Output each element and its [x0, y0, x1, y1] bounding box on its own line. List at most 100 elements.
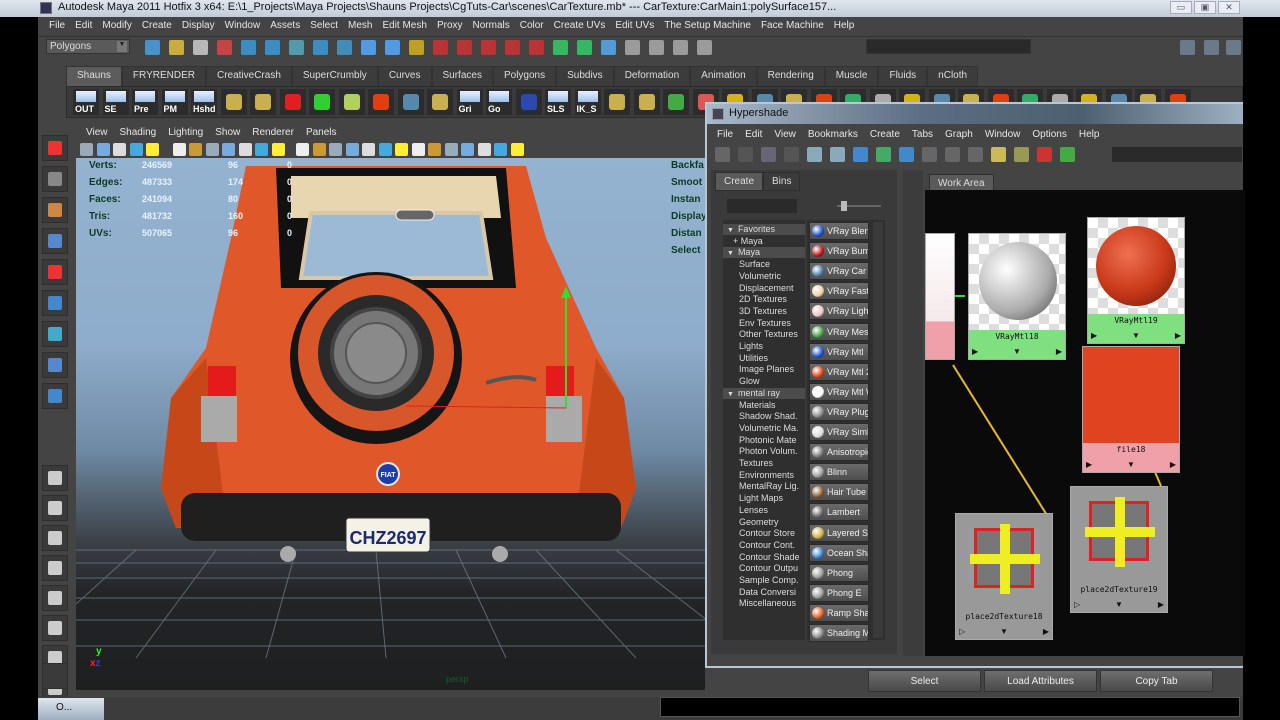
- tree-item[interactable]: Environments: [723, 470, 805, 481]
- shelf-button[interactable]: IK_S: [574, 89, 601, 115]
- viewport-tool-icon[interactable]: [477, 143, 491, 156]
- hypershade-tool-icon[interactable]: [876, 147, 891, 162]
- tab-create[interactable]: Create: [715, 172, 764, 191]
- hypershade-menu-create[interactable]: Create: [864, 128, 906, 141]
- select-button[interactable]: Select: [868, 670, 981, 692]
- status-tool-icon[interactable]: [457, 40, 472, 55]
- hypershade-menu-window[interactable]: Window: [979, 128, 1027, 141]
- tree-item[interactable]: Surface: [723, 259, 805, 270]
- tree-item[interactable]: Miscellaneous: [723, 598, 805, 609]
- menu-edit[interactable]: Edit: [70, 18, 97, 35]
- tree-item[interactable]: Displacement: [723, 283, 805, 294]
- hypershade-menu-graph[interactable]: Graph: [939, 128, 979, 141]
- menu-the-setup-machine[interactable]: The Setup Machine: [659, 18, 756, 35]
- create-node-button[interactable]: Ocean Shader: [809, 543, 869, 562]
- maximize-button[interactable]: ▣: [1194, 1, 1216, 14]
- hypershade-menu-file[interactable]: File: [711, 128, 739, 141]
- viewport-tool-icon[interactable]: [312, 143, 326, 156]
- select-tool-icon[interactable]: [42, 135, 68, 161]
- tree-item[interactable]: Photonic Mate: [723, 435, 805, 446]
- menu-edit-uvs[interactable]: Edit UVs: [610, 18, 659, 35]
- viewport-tool-icon[interactable]: [80, 143, 93, 156]
- perspective-viewport[interactable]: FIAT CHZ2697 y xz persp Verts: 246569 96 0 E…: [76, 158, 705, 690]
- viewport-tool-icon[interactable]: [411, 143, 425, 156]
- tree-item[interactable]: ▼ Favorites: [723, 224, 805, 235]
- load-attributes-button[interactable]: Load Attributes: [984, 670, 1097, 692]
- tree-item[interactable]: Textures: [723, 458, 805, 469]
- rotate-tool-icon[interactable]: [42, 259, 68, 285]
- hypershade-menu-edit[interactable]: Edit: [739, 128, 768, 141]
- minimize-button[interactable]: ▭: [1170, 1, 1192, 14]
- hypershade-menu-bookmarks[interactable]: Bookmarks: [802, 128, 864, 141]
- create-node-button[interactable]: VRay Blend: [809, 222, 869, 240]
- menu-window[interactable]: Window: [220, 18, 266, 35]
- tree-item[interactable]: Other Textures: [723, 329, 805, 340]
- create-node-button[interactable]: VRay Plugin: [809, 402, 869, 421]
- shelf-button[interactable]: SE: [102, 89, 129, 115]
- tree-item[interactable]: ▼ mental ray: [723, 387, 805, 399]
- create-node-button[interactable]: VRay Simbiont: [809, 423, 869, 441]
- shelf-button[interactable]: Pre: [132, 89, 158, 115]
- tree-item[interactable]: Image Planes: [723, 364, 805, 375]
- menu-set-dropdown[interactable]: Polygons ▼: [46, 39, 130, 54]
- move-tool-icon[interactable]: [42, 228, 68, 254]
- menu-modify[interactable]: Modify: [97, 18, 136, 35]
- shelf-tab-supercrumbly[interactable]: SuperCrumbly: [291, 66, 378, 86]
- shelf-button[interactable]: [663, 89, 689, 115]
- create-node-button[interactable]: Layered Shader: [809, 523, 869, 542]
- tree-item[interactable]: + Maya: [723, 236, 805, 247]
- hypershade-menu-options[interactable]: Options: [1026, 128, 1072, 141]
- tree-item[interactable]: Shadow Shad.: [723, 411, 805, 422]
- shelf-button[interactable]: [397, 89, 424, 115]
- status-tool-icon[interactable]: [241, 40, 256, 55]
- hypershade-tool-icon[interactable]: [830, 147, 845, 162]
- viewport-menu-panels[interactable]: Panels: [300, 126, 343, 142]
- command-line[interactable]: [660, 697, 1240, 717]
- shelf-button[interactable]: [309, 89, 335, 115]
- tree-item[interactable]: Utilities: [723, 353, 805, 364]
- viewport-tool-icon[interactable]: [271, 143, 285, 156]
- shelf-tab-animation[interactable]: Animation: [690, 66, 757, 86]
- menu-display[interactable]: Display: [177, 18, 220, 35]
- shelf-button[interactable]: PM: [161, 89, 188, 115]
- create-node-button[interactable]: Phong: [809, 563, 869, 582]
- shelf-button[interactable]: [515, 89, 542, 115]
- tree-item[interactable]: Volumetric: [723, 271, 805, 282]
- shelf-tab-deformation[interactable]: Deformation: [613, 66, 691, 86]
- viewport-tool-icon[interactable]: [238, 143, 252, 156]
- viewport-menu-view[interactable]: View: [80, 126, 114, 142]
- create-node-button[interactable]: VRay Fast SSS: [809, 282, 869, 301]
- shelf-button[interactable]: [427, 89, 453, 115]
- tree-item[interactable]: Data Conversi: [723, 587, 805, 598]
- menu-select[interactable]: Select: [305, 18, 343, 35]
- shelf-tab-surfaces[interactable]: Surfaces: [431, 66, 493, 86]
- quick-select-field[interactable]: [866, 39, 1031, 54]
- hypershade-tool-icon[interactable]: [991, 147, 1006, 162]
- status-tool-icon[interactable]: [217, 40, 232, 55]
- create-node-button[interactable]: VRay Light Mtl: [809, 302, 869, 321]
- hypershade-tool-icon[interactable]: [1037, 147, 1052, 162]
- create-node-button[interactable]: Hair Tube Shader: [809, 483, 869, 502]
- shelf-tab-curves[interactable]: Curves: [377, 66, 432, 86]
- status-tool-icon[interactable]: [697, 40, 712, 55]
- tree-item[interactable]: Photon Volum.: [723, 446, 805, 457]
- create-node-button[interactable]: Phong E: [809, 583, 869, 602]
- create-node-button[interactable]: VRay Bump: [809, 242, 869, 261]
- hypershade-tool-icon[interactable]: [1014, 147, 1029, 162]
- viewport-menu-show[interactable]: Show: [209, 126, 246, 142]
- viewport-tool-icon[interactable]: [129, 143, 143, 156]
- show-manip-icon[interactable]: [42, 383, 68, 409]
- paint-select-icon[interactable]: [42, 197, 68, 223]
- node-place2dtexture19[interactable]: place2dTexture19 ▷ ▼ ▶: [1070, 486, 1168, 613]
- hypershade-tool-icon[interactable]: [853, 147, 868, 162]
- menu-mesh[interactable]: Mesh: [343, 18, 377, 35]
- hypershade-tool-icon[interactable]: [968, 147, 983, 162]
- viewport-tool-icon[interactable]: [444, 143, 458, 156]
- viewport-tool-icon[interactable]: [205, 143, 219, 156]
- tab-bins[interactable]: Bins: [763, 172, 801, 191]
- viewport-tool-icon[interactable]: [494, 143, 507, 156]
- shelf-button[interactable]: Go: [486, 89, 512, 115]
- viewport-tool-icon[interactable]: [96, 143, 110, 156]
- status-tool-icon[interactable]: [673, 40, 688, 55]
- hypershade-layout-icon[interactable]: [42, 555, 68, 581]
